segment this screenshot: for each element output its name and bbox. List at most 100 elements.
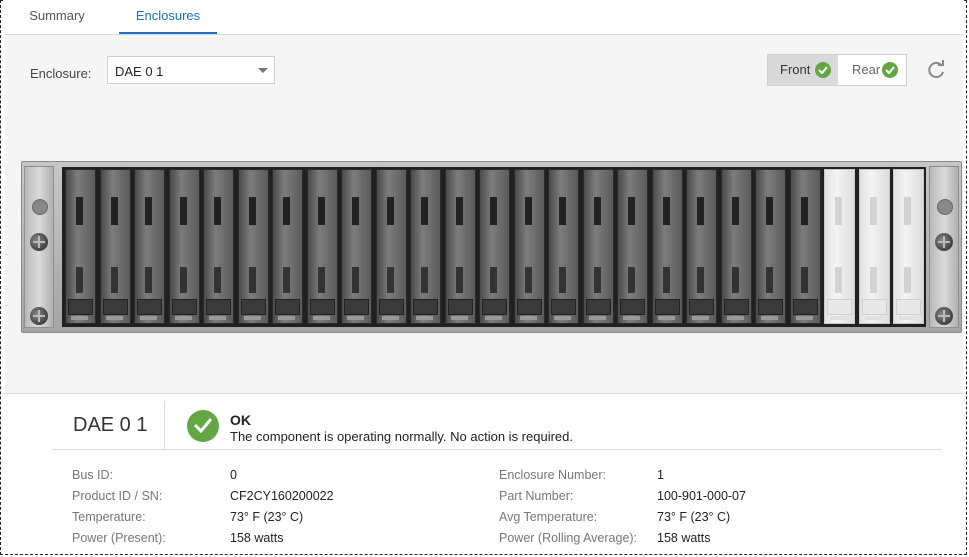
drive-slot2 [179, 267, 187, 293]
property-label: Product ID / SN: [72, 489, 163, 503]
drive-slot2 [317, 267, 325, 293]
drive-leds [795, 316, 813, 320]
property-value: 1 [657, 468, 664, 482]
enclosure-workspace: Enclosure: DAE 0 1 Front Rear [5, 35, 963, 394]
drive-slot[interactable] [306, 169, 339, 324]
drive-slot[interactable] [409, 169, 442, 324]
drive-slot[interactable] [202, 169, 235, 324]
tab-summary[interactable]: Summary [17, 0, 97, 34]
drive-slot2 [766, 267, 773, 293]
property-value: 73° F (23° C) [657, 510, 731, 524]
drive-slot[interactable] [513, 169, 546, 324]
drive-slot[interactable] [237, 169, 270, 324]
property-label: Part Number: [499, 489, 574, 503]
drive-slot2 [283, 267, 290, 293]
drive-slot[interactable] [168, 169, 201, 324]
chevron-down-icon [258, 68, 268, 73]
tab-bar: Summary Enclosures [5, 0, 963, 35]
drive-latch [137, 299, 162, 315]
drive-latch [516, 299, 542, 315]
property-label: Temperature: [72, 510, 146, 524]
empty-drive-slot[interactable] [892, 169, 925, 324]
drive-slot[interactable] [651, 169, 684, 324]
drive-slot[interactable] [271, 169, 304, 324]
view-toggle: Front Rear [767, 54, 907, 86]
property-label: Power (Rolling Average): [499, 531, 638, 545]
drive-slot [869, 197, 877, 225]
property-value: 100-901-000-07 [657, 489, 746, 503]
check-circle-icon [187, 410, 219, 442]
tab-enclosures[interactable]: Enclosures [119, 0, 217, 34]
drive-latch [620, 299, 645, 315]
drive-latch [896, 299, 921, 315]
drive-slot [352, 197, 359, 225]
drive-latch [654, 299, 680, 315]
enclosure-name: DAE 0 1 [73, 414, 148, 436]
drive-slot[interactable] [133, 169, 166, 324]
drive-latch [482, 299, 507, 315]
drive-slot [697, 197, 704, 225]
drive-slot2 [386, 267, 394, 293]
check-circle-icon [815, 62, 831, 78]
empty-drive-slot[interactable] [823, 169, 856, 324]
drive-slot [662, 197, 670, 225]
property-label: Avg Temperature: [499, 510, 598, 524]
drive-slot[interactable] [340, 169, 373, 324]
divider [52, 449, 942, 450]
drive-slot [145, 197, 152, 225]
drive-slot[interactable] [547, 169, 580, 324]
drive-slot[interactable] [582, 169, 615, 324]
drive-slot[interactable] [375, 169, 408, 324]
enclosure-select-value: DAE 0 1 [115, 64, 164, 79]
drive-latch [585, 299, 611, 315]
divider [164, 401, 165, 451]
drive-latch [792, 299, 818, 315]
drive-latch [551, 299, 576, 315]
drive-slot[interactable] [789, 169, 822, 324]
drive-latch [827, 299, 852, 315]
drive-slot2 [490, 267, 497, 293]
drive-slot2 [800, 267, 808, 293]
drive-slot[interactable] [444, 169, 477, 324]
rear-view-button[interactable]: Rear [839, 55, 906, 85]
drive-slot[interactable] [99, 169, 132, 324]
drive-latch [689, 299, 714, 315]
drive-slot2 [869, 267, 877, 293]
drive-slot [110, 197, 118, 225]
drive-leds [71, 316, 88, 320]
drive-leds [209, 316, 226, 320]
property-value: 73° F (23° C) [230, 510, 304, 524]
screw-icon [935, 233, 953, 251]
enclosure-label: Enclosure: [30, 66, 92, 81]
drive-leds [657, 316, 675, 320]
enclosure-select[interactable]: DAE 0 1 [107, 56, 275, 84]
drive-slot[interactable] [720, 169, 753, 324]
drive-slot2 [352, 267, 359, 293]
drive-slot [835, 197, 842, 225]
drive-slot2 [628, 267, 635, 293]
drive-latch [758, 299, 783, 315]
drive-slot[interactable] [478, 169, 511, 324]
drive-leds [899, 316, 916, 320]
drive-slot[interactable] [685, 169, 718, 324]
drive-latch [413, 299, 438, 315]
refresh-icon[interactable] [925, 59, 947, 81]
drive-leds [692, 316, 709, 320]
screw-icon [30, 307, 48, 325]
drive-slot[interactable] [754, 169, 787, 324]
rear-view-label: Rear [852, 62, 881, 77]
property-value: CF2CY160200022 [230, 489, 334, 503]
drive-slot2 [731, 267, 739, 293]
empty-drive-slot[interactable] [858, 169, 891, 324]
front-view-button[interactable]: Front [768, 55, 838, 85]
drive-leds [381, 316, 399, 320]
drive-latch [378, 299, 404, 315]
drive-slot[interactable] [616, 169, 649, 324]
drive-slot [317, 197, 325, 225]
front-view-label: Front [780, 62, 811, 77]
drive-latch [344, 299, 369, 315]
drive-slot2 [524, 267, 532, 293]
drive-slot2 [248, 267, 256, 293]
property-label: Enclosure Number: [499, 468, 606, 482]
drive-slot[interactable] [64, 169, 97, 324]
